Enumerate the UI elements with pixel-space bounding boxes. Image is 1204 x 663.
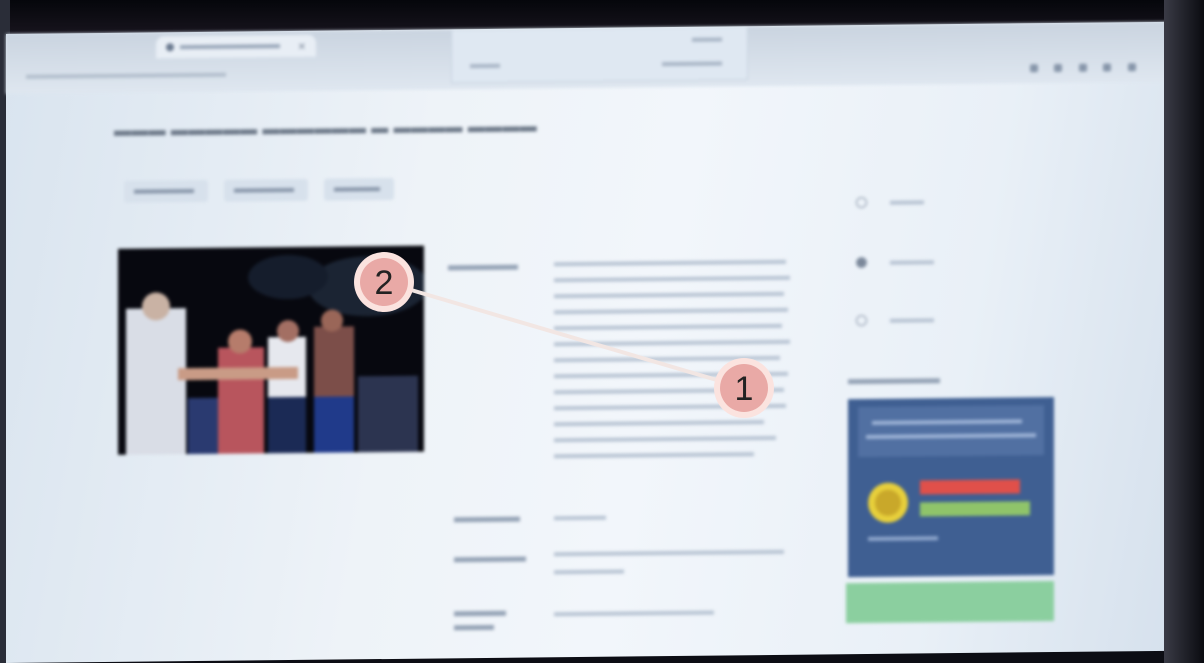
annotation-overlay: 2 1 [354, 252, 774, 418]
marker-1: 1 [714, 358, 774, 418]
photographed-monitor: ✕ ▬▬▬ ▬▬▬▬▬ ▬▬▬▬▬▬ ▬ ▬▬▬▬ ▬▬▬▬ 2 1 [0, 0, 1204, 663]
marker-1-label: 1 [735, 370, 754, 408]
marker-2: 2 [354, 252, 414, 312]
marker-2-label: 2 [375, 264, 394, 302]
connector-line [383, 280, 745, 390]
